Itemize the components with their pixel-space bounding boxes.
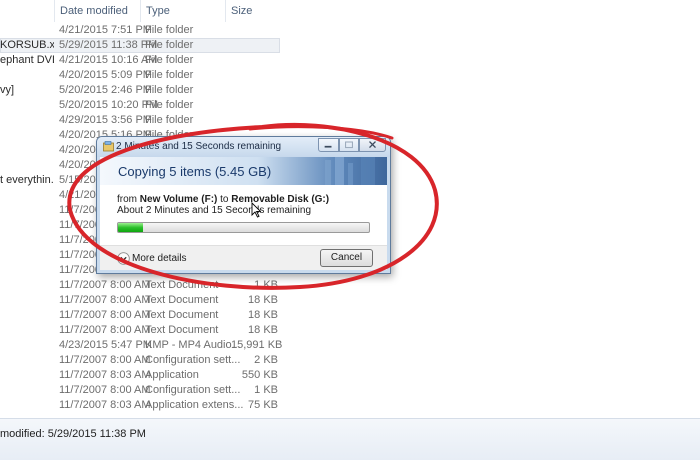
dialog-banner: Copying 5 items (5.45 GB) — [100, 157, 387, 185]
file-size: 18 KB — [248, 309, 278, 321]
file-type: File folder — [145, 84, 194, 96]
copy-progress-bar — [117, 222, 370, 233]
file-date: 5/20/2015 10:20 PM — [59, 99, 159, 111]
column-header-bar: Date modified Type Size — [0, 0, 285, 22]
file-date: 11/7/2007 8:03 AM — [59, 399, 151, 411]
source-drive[interactable]: New Volume (F:) — [140, 194, 218, 205]
status-modified: modified: 5/29/2015 11:38 PM — [0, 428, 146, 440]
file-type: File folder — [145, 54, 194, 66]
copy-heading: Copying 5 items (5.45 GB) — [118, 164, 272, 179]
copy-folder-icon — [103, 141, 114, 152]
file-row[interactable]: vy] 5/20/2015 2:46 PM File folder — [0, 83, 700, 98]
file-size: 1 KB — [254, 279, 278, 291]
file-row[interactable]: 11/7/2007 8:03 AM Application extens... 75… — [0, 398, 700, 413]
file-type: Application — [145, 369, 199, 381]
file-date: 11/7/2007 8:00 AM — [59, 309, 151, 321]
file-size: 2 KB — [254, 354, 278, 366]
cancel-button[interactable]: Cancel — [320, 249, 373, 267]
file-type: File folder — [145, 69, 194, 81]
file-type: Text Document — [145, 279, 219, 291]
file-date: 11/7/2007 8:00 AM — [59, 354, 151, 366]
copy-progress-fill — [118, 223, 144, 232]
column-header-type[interactable]: Type — [146, 5, 170, 17]
file-date: 4/29/2015 3:56 PM — [59, 114, 152, 126]
file-size: 550 KB — [241, 369, 278, 381]
time-remaining: About 2 Minutes and 15 Seconds remaining — [117, 205, 312, 216]
file-size: 18 KB — [248, 324, 278, 336]
file-name: ephant DVD... — [0, 54, 54, 66]
copy-route: from New Volume (F:) to Removable Disk (… — [117, 194, 329, 205]
file-row[interactable]: KORSUB.x2... 5/29/2015 11:38 PMFile folde… — [0, 38, 700, 53]
maximize-icon — [345, 141, 353, 149]
to-label: to — [217, 194, 232, 205]
file-date: 11/7/2007 8:00 AM — [59, 294, 151, 306]
file-date: 5/29/2015 11:38 PM — [59, 39, 158, 51]
close-icon — [369, 141, 376, 149]
file-row[interactable]: 11/7/2007 8:00 AM Text Document 18 KB — [0, 308, 700, 323]
file-row[interactable]: 5/20/2015 10:20 PM File folder — [0, 98, 700, 113]
from-label: from — [117, 194, 140, 205]
file-type: Text Document — [145, 309, 219, 321]
file-name: t everythin... — [0, 174, 54, 186]
file-type: Text Document — [145, 294, 219, 306]
file-row[interactable]: ephant DVD... 4/21/2015 10:16 AMFile fold… — [0, 53, 700, 68]
file-date: 11/7/2007 8:00 AM — [59, 279, 151, 291]
dialog-title: 2 Minutes and 15 Seconds remaining — [116, 141, 282, 152]
column-separator[interactable] — [54, 0, 55, 22]
file-type: File folder — [145, 24, 194, 36]
file-row[interactable]: 11/7/2007 8:03 AM Application 550 KB — [0, 368, 700, 383]
close-button[interactable] — [359, 138, 386, 152]
dialog-titlebar[interactable]: 2 Minutes and 15 Seconds remaining — [97, 137, 390, 157]
destination-drive[interactable]: Removable Disk (G:) — [231, 194, 329, 205]
status-bar: modified: 5/29/2015 11:38 PM — [0, 418, 700, 460]
file-date: 11/7/2007 8:00 AM — [59, 324, 151, 336]
file-date: 11/7/2007 8:00 AM — [59, 384, 151, 396]
file-row[interactable]: 4/21/2015 7:51 PM File folder — [0, 23, 700, 38]
file-type: KMP - MP4 Audio... — [145, 339, 241, 351]
mouse-cursor-icon — [251, 202, 261, 218]
file-type: Configuration sett... — [145, 384, 241, 396]
file-type: File folder — [145, 114, 194, 126]
more-details-label: More details — [132, 253, 187, 264]
file-row[interactable]: 4/20/2015 5:09 PM File folder — [0, 68, 700, 83]
file-size: 15,991 KB — [231, 339, 283, 351]
file-row[interactable]: 4/23/2015 5:47 PM KMP - MP4 Audio... 15,99… — [0, 338, 700, 353]
file-date: 11/7/2007 8:03 AM — [59, 369, 151, 381]
copy-dialog: 2 Minutes and 15 Seconds remaining Copyi… — [96, 136, 391, 274]
file-type: File folder — [145, 39, 194, 51]
file-row[interactable]: 11/7/2007 8:00 AM Configuration sett... 1 … — [0, 383, 700, 398]
file-date: 4/20/2015 5:09 PM — [59, 69, 152, 81]
file-type: Application extens... — [145, 399, 244, 411]
file-row[interactable]: 11/7/2007 8:00 AM Text Document 18 KB — [0, 293, 700, 308]
file-row[interactable]: 11/7/2007 8:00 AM Text Document 18 KB — [0, 323, 700, 338]
file-date: 4/21/2015 10:16 AM — [59, 54, 158, 66]
file-date: 4/23/2015 5:47 PM — [59, 339, 152, 351]
file-row[interactable]: 11/7/2007 8:00 AM Configuration sett... 2 … — [0, 353, 700, 368]
file-type: File folder — [145, 99, 194, 111]
file-type: Configuration sett... — [145, 354, 241, 366]
column-header-date[interactable]: Date modified — [60, 5, 128, 17]
column-header-size[interactable]: Size — [231, 5, 252, 17]
column-separator[interactable] — [140, 0, 141, 22]
file-date: 5/20/2015 2:46 PM — [59, 84, 152, 96]
file-date: 4/21/2015 7:51 PM — [59, 24, 152, 36]
file-size: 1 KB — [254, 384, 278, 396]
minimize-icon — [324, 145, 332, 148]
column-separator[interactable] — [225, 0, 226, 22]
chevron-down-icon — [117, 252, 130, 265]
dialog-footer: More details Cancel — [100, 245, 387, 270]
minimize-button[interactable] — [318, 138, 339, 152]
banner-decoration — [325, 157, 375, 185]
file-type: Text Document — [145, 324, 219, 336]
file-row[interactable]: 11/7/2007 8:00 AM Text Document 1 KB — [0, 278, 700, 293]
file-row[interactable]: 4/29/2015 3:56 PM File folder — [0, 113, 700, 128]
file-size: 75 KB — [248, 399, 278, 411]
file-size: 18 KB — [248, 294, 278, 306]
file-name: vy] — [0, 84, 15, 96]
dialog-body: Copying 5 items (5.45 GB) from New Volum… — [100, 157, 387, 270]
file-name: KORSUB.x2... — [0, 39, 54, 51]
maximize-button[interactable] — [339, 138, 359, 152]
